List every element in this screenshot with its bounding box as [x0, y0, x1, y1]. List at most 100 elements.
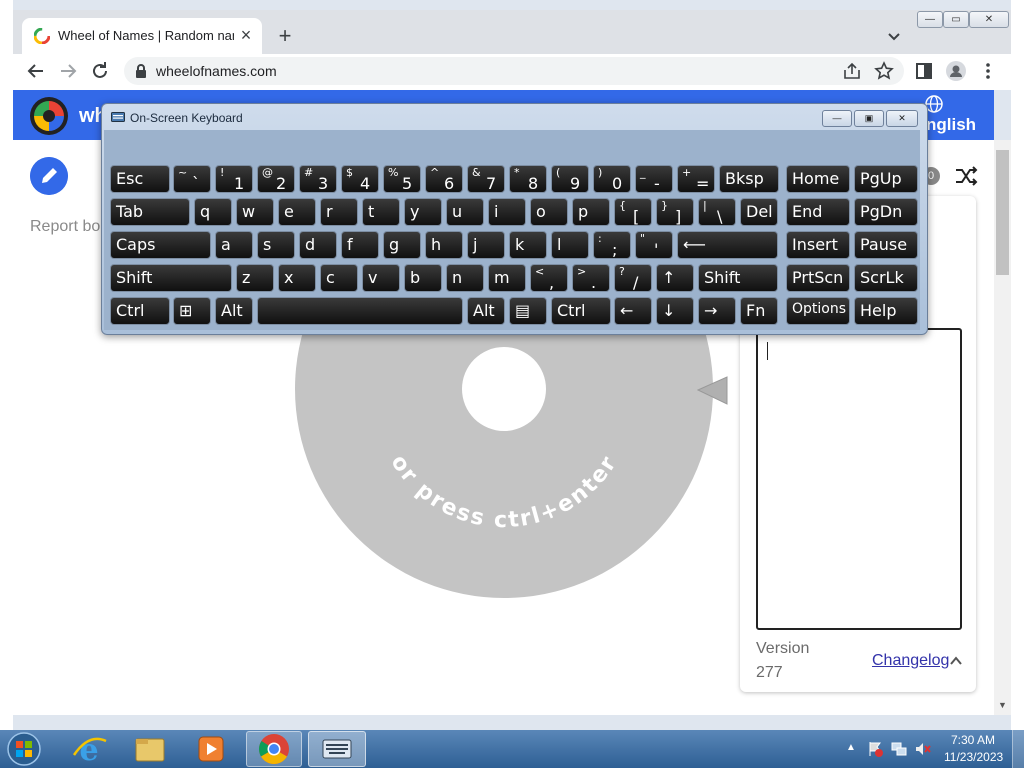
window-close-button[interactable]: ✕	[969, 11, 1009, 28]
osk-key-p[interactable]: p	[572, 198, 610, 226]
osk-key[interactable]: :;	[593, 231, 631, 259]
osk-key[interactable]: _ -	[635, 165, 673, 193]
osk-key[interactable]: }]	[656, 198, 694, 226]
window-maximize-button[interactable]: ▭	[943, 11, 969, 28]
osk-key-k[interactable]: k	[509, 231, 547, 259]
language-selector-label[interactable]: nglish	[926, 115, 976, 135]
osk-key[interactable]: →	[698, 297, 736, 325]
osk-key-fn[interactable]: Fn	[740, 297, 778, 325]
osk-key[interactable]: ←	[614, 297, 652, 325]
osk-key-w[interactable]: w	[236, 198, 274, 226]
back-arrow-icon[interactable]	[24, 59, 48, 83]
chevron-up-icon[interactable]	[948, 653, 964, 669]
changelog-link[interactable]: Changelog	[872, 652, 949, 670]
osk-key[interactable]: ↓	[656, 297, 694, 325]
forward-arrow-icon[interactable]	[56, 59, 80, 83]
osk-key-options[interactable]: Options	[786, 297, 850, 325]
osk-key-j[interactable]: j	[467, 231, 505, 259]
report-text[interactable]: Report bo	[30, 218, 100, 236]
scroll-down-arrow-icon[interactable]: ▼	[994, 697, 1011, 713]
osk-key-ctrl[interactable]: Ctrl	[110, 297, 170, 325]
tab-close-icon[interactable]: ×	[238, 24, 254, 46]
osk-key-tab[interactable]: Tab	[110, 198, 190, 226]
osk-key-r[interactable]: r	[320, 198, 358, 226]
osk-key[interactable]: ~ `	[173, 165, 211, 193]
show-desktop-button[interactable]	[1012, 730, 1024, 768]
osk-key[interactable]: <,	[530, 264, 568, 292]
osk-key[interactable]: >.	[572, 264, 610, 292]
file-explorer-icon[interactable]	[123, 731, 177, 767]
reload-icon[interactable]	[88, 59, 112, 83]
osk-key-v[interactable]: v	[362, 264, 400, 292]
osk-key[interactable]: " '	[635, 231, 673, 259]
osk-key-u[interactable]: u	[446, 198, 484, 226]
osk-key-m[interactable]: m	[488, 264, 526, 292]
osk-key[interactable]: $4	[341, 165, 379, 193]
shuffle-icon[interactable]	[954, 166, 978, 186]
internet-explorer-icon[interactable]: e	[62, 731, 116, 767]
osk-key-a[interactable]: a	[215, 231, 253, 259]
osk-key[interactable]: #3	[299, 165, 337, 193]
osk-key-scrlk[interactable]: ScrLk	[854, 264, 918, 292]
osk-key[interactable]: @2	[257, 165, 295, 193]
bookmark-star-icon[interactable]	[872, 59, 896, 83]
osk-key[interactable]: ? /	[614, 264, 652, 292]
edit-pencil-icon[interactable]	[30, 157, 68, 195]
osk-key-insert[interactable]: Insert	[786, 231, 850, 259]
profile-avatar-icon[interactable]	[944, 59, 968, 83]
on-screen-keyboard-icon[interactable]	[310, 731, 364, 767]
osk-key[interactable]: ^ 6	[425, 165, 463, 193]
window-minimize-button[interactable]: —	[917, 11, 943, 28]
side-panel-icon[interactable]	[912, 59, 936, 83]
osk-key-b[interactable]: b	[404, 264, 442, 292]
osk-key-pause[interactable]: Pause	[854, 231, 918, 259]
osk-key-pgdn[interactable]: PgDn	[854, 198, 918, 226]
clock-date[interactable]: 11/23/2023	[944, 750, 1003, 764]
osk-key-caps[interactable]: Caps	[110, 231, 211, 259]
lock-icon[interactable]	[134, 63, 148, 79]
osk-key-q[interactable]: q	[194, 198, 232, 226]
osk-key[interactable]: ! 1	[215, 165, 253, 193]
share-icon[interactable]	[840, 59, 864, 83]
osk-key-alt[interactable]: Alt	[467, 297, 505, 325]
osk-key-alt[interactable]: Alt	[215, 297, 253, 325]
osk-key-o[interactable]: o	[530, 198, 568, 226]
osk-key-y[interactable]: y	[404, 198, 442, 226]
osk-key-prtscn[interactable]: PrtScn	[786, 264, 850, 292]
osk-key[interactable]: (9	[551, 165, 589, 193]
media-player-icon[interactable]	[184, 731, 238, 767]
more-menu-icon[interactable]	[976, 59, 1000, 83]
osk-key[interactable]: ) 0	[593, 165, 631, 193]
osk-key-bksp[interactable]: Bksp	[719, 165, 779, 193]
osk-key-shift[interactable]: Shift	[698, 264, 778, 292]
show-hidden-icons-icon[interactable]: ▲	[846, 742, 856, 753]
osk-key-del[interactable]: Del	[740, 198, 778, 226]
osk-key[interactable]: ⟵	[677, 231, 778, 259]
osk-key[interactable]: * 8	[509, 165, 547, 193]
clock-time[interactable]: 7:30 AM	[944, 733, 1002, 747]
osk-key[interactable]: | \	[698, 198, 736, 226]
osk-key-end[interactable]: End	[786, 198, 850, 226]
osk-key-home[interactable]: Home	[786, 165, 850, 193]
osk-key-c[interactable]: c	[320, 264, 358, 292]
osk-key[interactable]: {[	[614, 198, 652, 226]
osk-key-space[interactable]	[257, 297, 463, 325]
action-center-flag-icon[interactable]	[866, 740, 884, 758]
app-logo-icon[interactable]	[30, 97, 68, 135]
osk-key-e[interactable]: e	[278, 198, 316, 226]
scrollbar-thumb[interactable]	[996, 150, 1009, 275]
osk-key-shift[interactable]: Shift	[110, 264, 232, 292]
start-button-icon[interactable]	[4, 731, 44, 767]
new-tab-button[interactable]: +	[274, 24, 296, 48]
osk-key[interactable]: ⊞	[173, 297, 211, 325]
osk-key-s[interactable]: s	[257, 231, 295, 259]
osk-minimize-button[interactable]: —	[822, 110, 852, 127]
osk-key-g[interactable]: g	[383, 231, 421, 259]
names-textarea[interactable]	[756, 328, 962, 630]
osk-key[interactable]: + =	[677, 165, 715, 193]
osk-key-l[interactable]: l	[551, 231, 589, 259]
osk-key[interactable]: & 7	[467, 165, 505, 193]
osk-key-d[interactable]: d	[299, 231, 337, 259]
volume-muted-icon[interactable]	[914, 740, 932, 758]
osk-key-x[interactable]: x	[278, 264, 316, 292]
